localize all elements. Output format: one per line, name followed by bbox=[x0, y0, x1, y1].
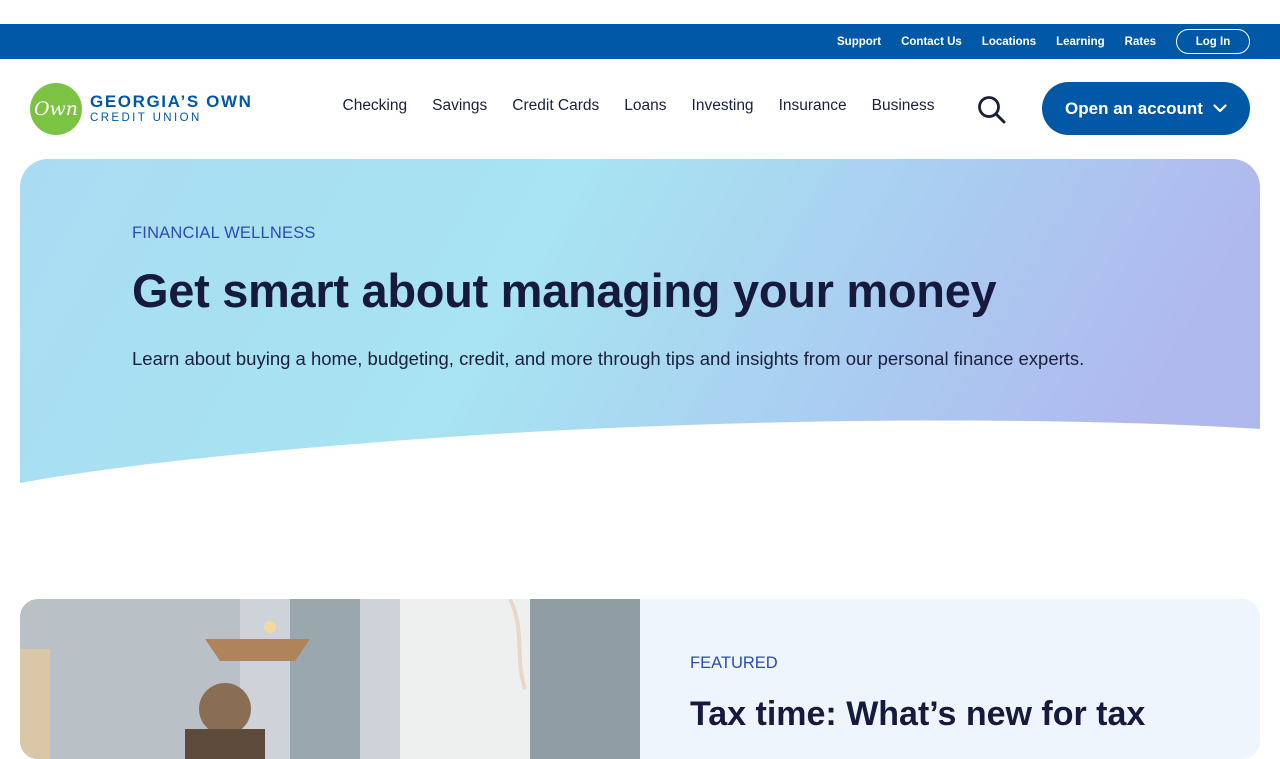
utility-link-rates[interactable]: Rates bbox=[1125, 36, 1156, 48]
utility-link-learning[interactable]: Learning bbox=[1056, 36, 1105, 48]
main-navigation: Own GEORGIA’S OWN CREDIT UNION Checking … bbox=[0, 59, 1280, 159]
hero-banner: FINANCIAL WELLNESS Get smart about manag… bbox=[20, 159, 1260, 489]
logo-mark: Own bbox=[30, 83, 82, 135]
utility-link-contact-us[interactable]: Contact Us bbox=[901, 36, 962, 48]
featured-eyebrow: FEATURED bbox=[690, 654, 778, 672]
hero-description: Learn about buying a home, budgeting, cr… bbox=[132, 348, 1085, 369]
open-account-label: Open an account bbox=[1065, 98, 1203, 118]
nav-item-insurance[interactable]: Insurance bbox=[766, 97, 859, 115]
nav-item-investing[interactable]: Investing bbox=[679, 97, 766, 115]
nav-item-checking[interactable]: Checking bbox=[330, 97, 420, 115]
search-icon[interactable] bbox=[975, 95, 1009, 125]
logo-text: GEORGIA’S OWN CREDIT UNION bbox=[90, 93, 252, 125]
login-button[interactable]: Log In bbox=[1176, 29, 1250, 54]
utility-link-support[interactable]: Support bbox=[837, 36, 881, 48]
hero-title: Get smart about managing your money bbox=[132, 264, 997, 317]
utility-link-locations[interactable]: Locations bbox=[982, 36, 1036, 48]
nav-item-credit-cards[interactable]: Credit Cards bbox=[500, 97, 612, 115]
nav-item-loans[interactable]: Loans bbox=[612, 97, 679, 115]
featured-article-card[interactable]: FEATURED Tax time: What’s new for tax bbox=[20, 599, 1260, 759]
featured-title[interactable]: Tax time: What’s new for tax bbox=[690, 695, 1145, 734]
utility-bar: Support Contact Us Locations Learning Ra… bbox=[0, 24, 1280, 59]
logo-name: GEORGIA’S OWN bbox=[90, 92, 253, 112]
open-account-button[interactable]: Open an account bbox=[1042, 82, 1250, 135]
hero-background bbox=[20, 159, 1260, 483]
nav-item-business[interactable]: Business bbox=[859, 97, 947, 115]
chevron-down-icon bbox=[1213, 104, 1227, 113]
nav-menu: Checking Savings Credit Cards Loans Inve… bbox=[330, 97, 947, 115]
nav-item-savings[interactable]: Savings bbox=[420, 97, 500, 115]
featured-article-image bbox=[20, 599, 640, 759]
brand-logo[interactable]: Own GEORGIA’S OWN CREDIT UNION bbox=[30, 83, 252, 135]
hero-eyebrow: FINANCIAL WELLNESS bbox=[132, 224, 316, 242]
logo-subname: CREDIT UNION bbox=[90, 112, 202, 125]
